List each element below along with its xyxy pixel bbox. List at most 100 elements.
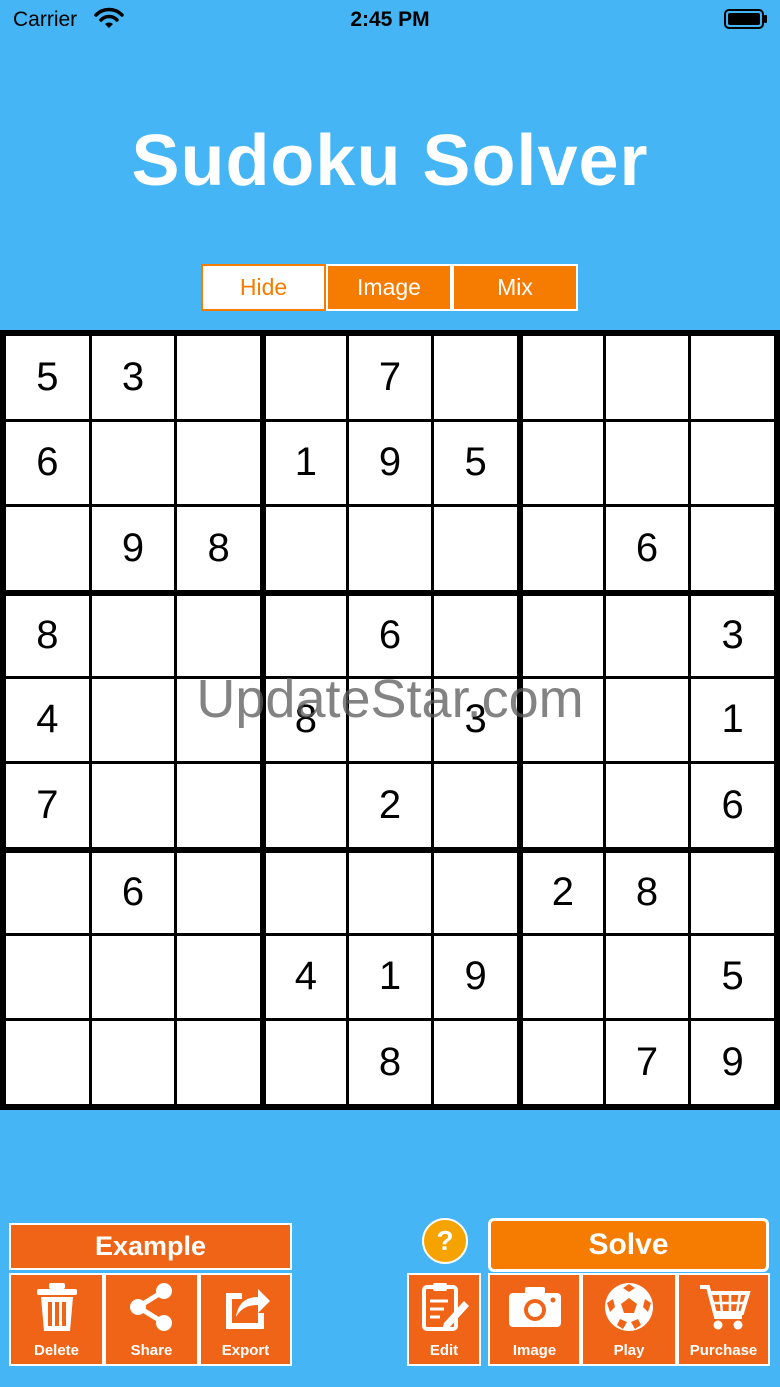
edit-icon <box>422 1283 469 1331</box>
sudoku-cell-r8c1[interactable] <box>6 935 89 1019</box>
sudoku-cell-r8c3[interactable] <box>177 935 260 1019</box>
sudoku-cell-r4c9[interactable]: 3 <box>691 595 774 676</box>
sudoku-cell-r2c7[interactable] <box>522 421 603 505</box>
sudoku-cell-r8c7[interactable] <box>522 935 603 1019</box>
sudoku-cell-r7c4[interactable] <box>265 852 346 933</box>
edit-button[interactable]: Edit <box>407 1273 481 1366</box>
clock: 2:45 PM <box>350 8 430 31</box>
sudoku-cell-r1c4[interactable] <box>265 336 346 419</box>
sudoku-cell-r8c5[interactable]: 1 <box>348 935 432 1019</box>
sudoku-cell-r9c8[interactable]: 7 <box>605 1021 689 1104</box>
sudoku-cell-r7c6[interactable] <box>434 852 517 933</box>
sudoku-cell-r8c2[interactable] <box>91 935 175 1019</box>
sudoku-cell-r3c3[interactable]: 8 <box>177 507 260 590</box>
sudoku-cell-r2c9[interactable] <box>691 421 774 505</box>
sudoku-cell-r8c9[interactable]: 5 <box>691 935 774 1019</box>
segment-mix[interactable]: Mix <box>452 264 578 311</box>
sudoku-cell-r5c6[interactable]: 3 <box>434 678 517 762</box>
sudoku-cell-r2c4[interactable]: 1 <box>265 421 346 505</box>
sudoku-cell-r9c1[interactable] <box>6 1021 89 1104</box>
sudoku-cell-r3c5[interactable] <box>348 507 432 590</box>
sudoku-cell-r2c6[interactable]: 5 <box>434 421 517 505</box>
sudoku-cell-r9c2[interactable] <box>91 1021 175 1104</box>
sudoku-cell-r5c5[interactable] <box>348 678 432 762</box>
sudoku-cell-r6c9[interactable]: 6 <box>691 764 774 847</box>
sudoku-cell-r4c4[interactable] <box>265 595 346 676</box>
sudoku-cell-r5c9[interactable]: 1 <box>691 678 774 762</box>
sudoku-cell-r2c3[interactable] <box>177 421 260 505</box>
sudoku-cell-r4c1[interactable]: 8 <box>6 595 89 676</box>
sudoku-cell-r3c6[interactable] <box>434 507 517 590</box>
sudoku-cell-r6c7[interactable] <box>522 764 603 847</box>
sudoku-cell-r4c7[interactable] <box>522 595 603 676</box>
sudoku-cell-r4c6[interactable] <box>434 595 517 676</box>
sudoku-cell-r8c6[interactable]: 9 <box>434 935 517 1019</box>
sudoku-cell-r5c4[interactable]: 8 <box>265 678 346 762</box>
purchase-button[interactable]: Purchase <box>677 1273 770 1366</box>
sudoku-cell-r5c2[interactable] <box>91 678 175 762</box>
sudoku-cell-r1c7[interactable] <box>522 336 603 419</box>
sudoku-cell-r1c6[interactable] <box>434 336 517 419</box>
sudoku-cell-r3c8[interactable]: 6 <box>605 507 689 590</box>
sudoku-cell-r6c8[interactable] <box>605 764 689 847</box>
sudoku-cell-r3c9[interactable] <box>691 507 774 590</box>
share-button[interactable]: Share <box>104 1273 199 1366</box>
sudoku-cell-r5c7[interactable] <box>522 678 603 762</box>
sudoku-cell-r2c8[interactable] <box>605 421 689 505</box>
sudoku-cell-r7c5[interactable] <box>348 852 432 933</box>
sudoku-cell-r1c3[interactable] <box>177 336 260 419</box>
sudoku-cell-r7c1[interactable] <box>6 852 89 933</box>
sudoku-cell-r6c5[interactable]: 2 <box>348 764 432 847</box>
sudoku-cell-r7c3[interactable] <box>177 852 260 933</box>
delete-button[interactable]: Delete <box>9 1273 104 1366</box>
sudoku-cell-r1c5[interactable]: 7 <box>348 336 432 419</box>
purchase-label: Purchase <box>689 1342 758 1359</box>
sudoku-cell-r5c1[interactable]: 4 <box>6 678 89 762</box>
sudoku-cell-r2c5[interactable]: 9 <box>348 421 432 505</box>
sudoku-cell-r6c1[interactable]: 7 <box>6 764 89 847</box>
sudoku-cell-r1c9[interactable] <box>691 336 774 419</box>
sudoku-cell-r9c5[interactable]: 8 <box>348 1021 432 1104</box>
sudoku-cell-r5c3[interactable] <box>177 678 260 762</box>
sudoku-cell-r3c2[interactable]: 9 <box>91 507 175 590</box>
sudoku-cell-r2c1[interactable]: 6 <box>6 421 89 505</box>
sudoku-cell-r3c4[interactable] <box>265 507 346 590</box>
status-bar: Carrier 2:45 PM <box>0 0 780 40</box>
sudoku-cell-r7c2[interactable]: 6 <box>91 852 175 933</box>
sudoku-cell-r4c2[interactable] <box>91 595 175 676</box>
sudoku-cell-r4c3[interactable] <box>177 595 260 676</box>
sudoku-cell-r6c3[interactable] <box>177 764 260 847</box>
camera-icon <box>508 1287 561 1327</box>
edit-label: Edit <box>429 1342 459 1359</box>
segment-hide[interactable]: Hide <box>201 264 326 311</box>
sudoku-cell-r1c2[interactable]: 3 <box>91 336 175 419</box>
help-button[interactable]: ? <box>422 1218 468 1264</box>
sudoku-cell-r1c8[interactable] <box>605 336 689 419</box>
sudoku-cell-r7c8[interactable]: 8 <box>605 852 689 933</box>
sudoku-cell-r5c8[interactable] <box>605 678 689 762</box>
sudoku-cell-r3c1[interactable] <box>6 507 89 590</box>
example-button[interactable]: Example <box>9 1223 292 1270</box>
image-button[interactable]: Image <box>488 1273 581 1366</box>
sudoku-cell-r8c4[interactable]: 4 <box>265 935 346 1019</box>
sudoku-cell-r6c6[interactable] <box>434 764 517 847</box>
sudoku-cell-r3c7[interactable] <box>522 507 603 590</box>
sudoku-cell-r9c3[interactable] <box>177 1021 260 1104</box>
sudoku-cell-r6c2[interactable] <box>91 764 175 847</box>
segment-image[interactable]: Image <box>326 264 452 311</box>
sudoku-cell-r2c2[interactable] <box>91 421 175 505</box>
solve-button[interactable]: Solve <box>488 1218 769 1272</box>
sudoku-cell-r1c1[interactable]: 5 <box>6 336 89 419</box>
sudoku-cell-r8c8[interactable] <box>605 935 689 1019</box>
sudoku-cell-r7c9[interactable] <box>691 852 774 933</box>
export-button[interactable]: Export <box>199 1273 292 1366</box>
sudoku-cell-r4c8[interactable] <box>605 595 689 676</box>
sudoku-cell-r9c6[interactable] <box>434 1021 517 1104</box>
sudoku-cell-r6c4[interactable] <box>265 764 346 847</box>
sudoku-cell-r9c7[interactable] <box>522 1021 603 1104</box>
sudoku-cell-r9c4[interactable] <box>265 1021 346 1104</box>
sudoku-cell-r4c5[interactable]: 6 <box>348 595 432 676</box>
sudoku-cell-r7c7[interactable]: 2 <box>522 852 603 933</box>
play-button[interactable]: Play <box>581 1273 677 1366</box>
sudoku-cell-r9c9[interactable]: 9 <box>691 1021 774 1104</box>
